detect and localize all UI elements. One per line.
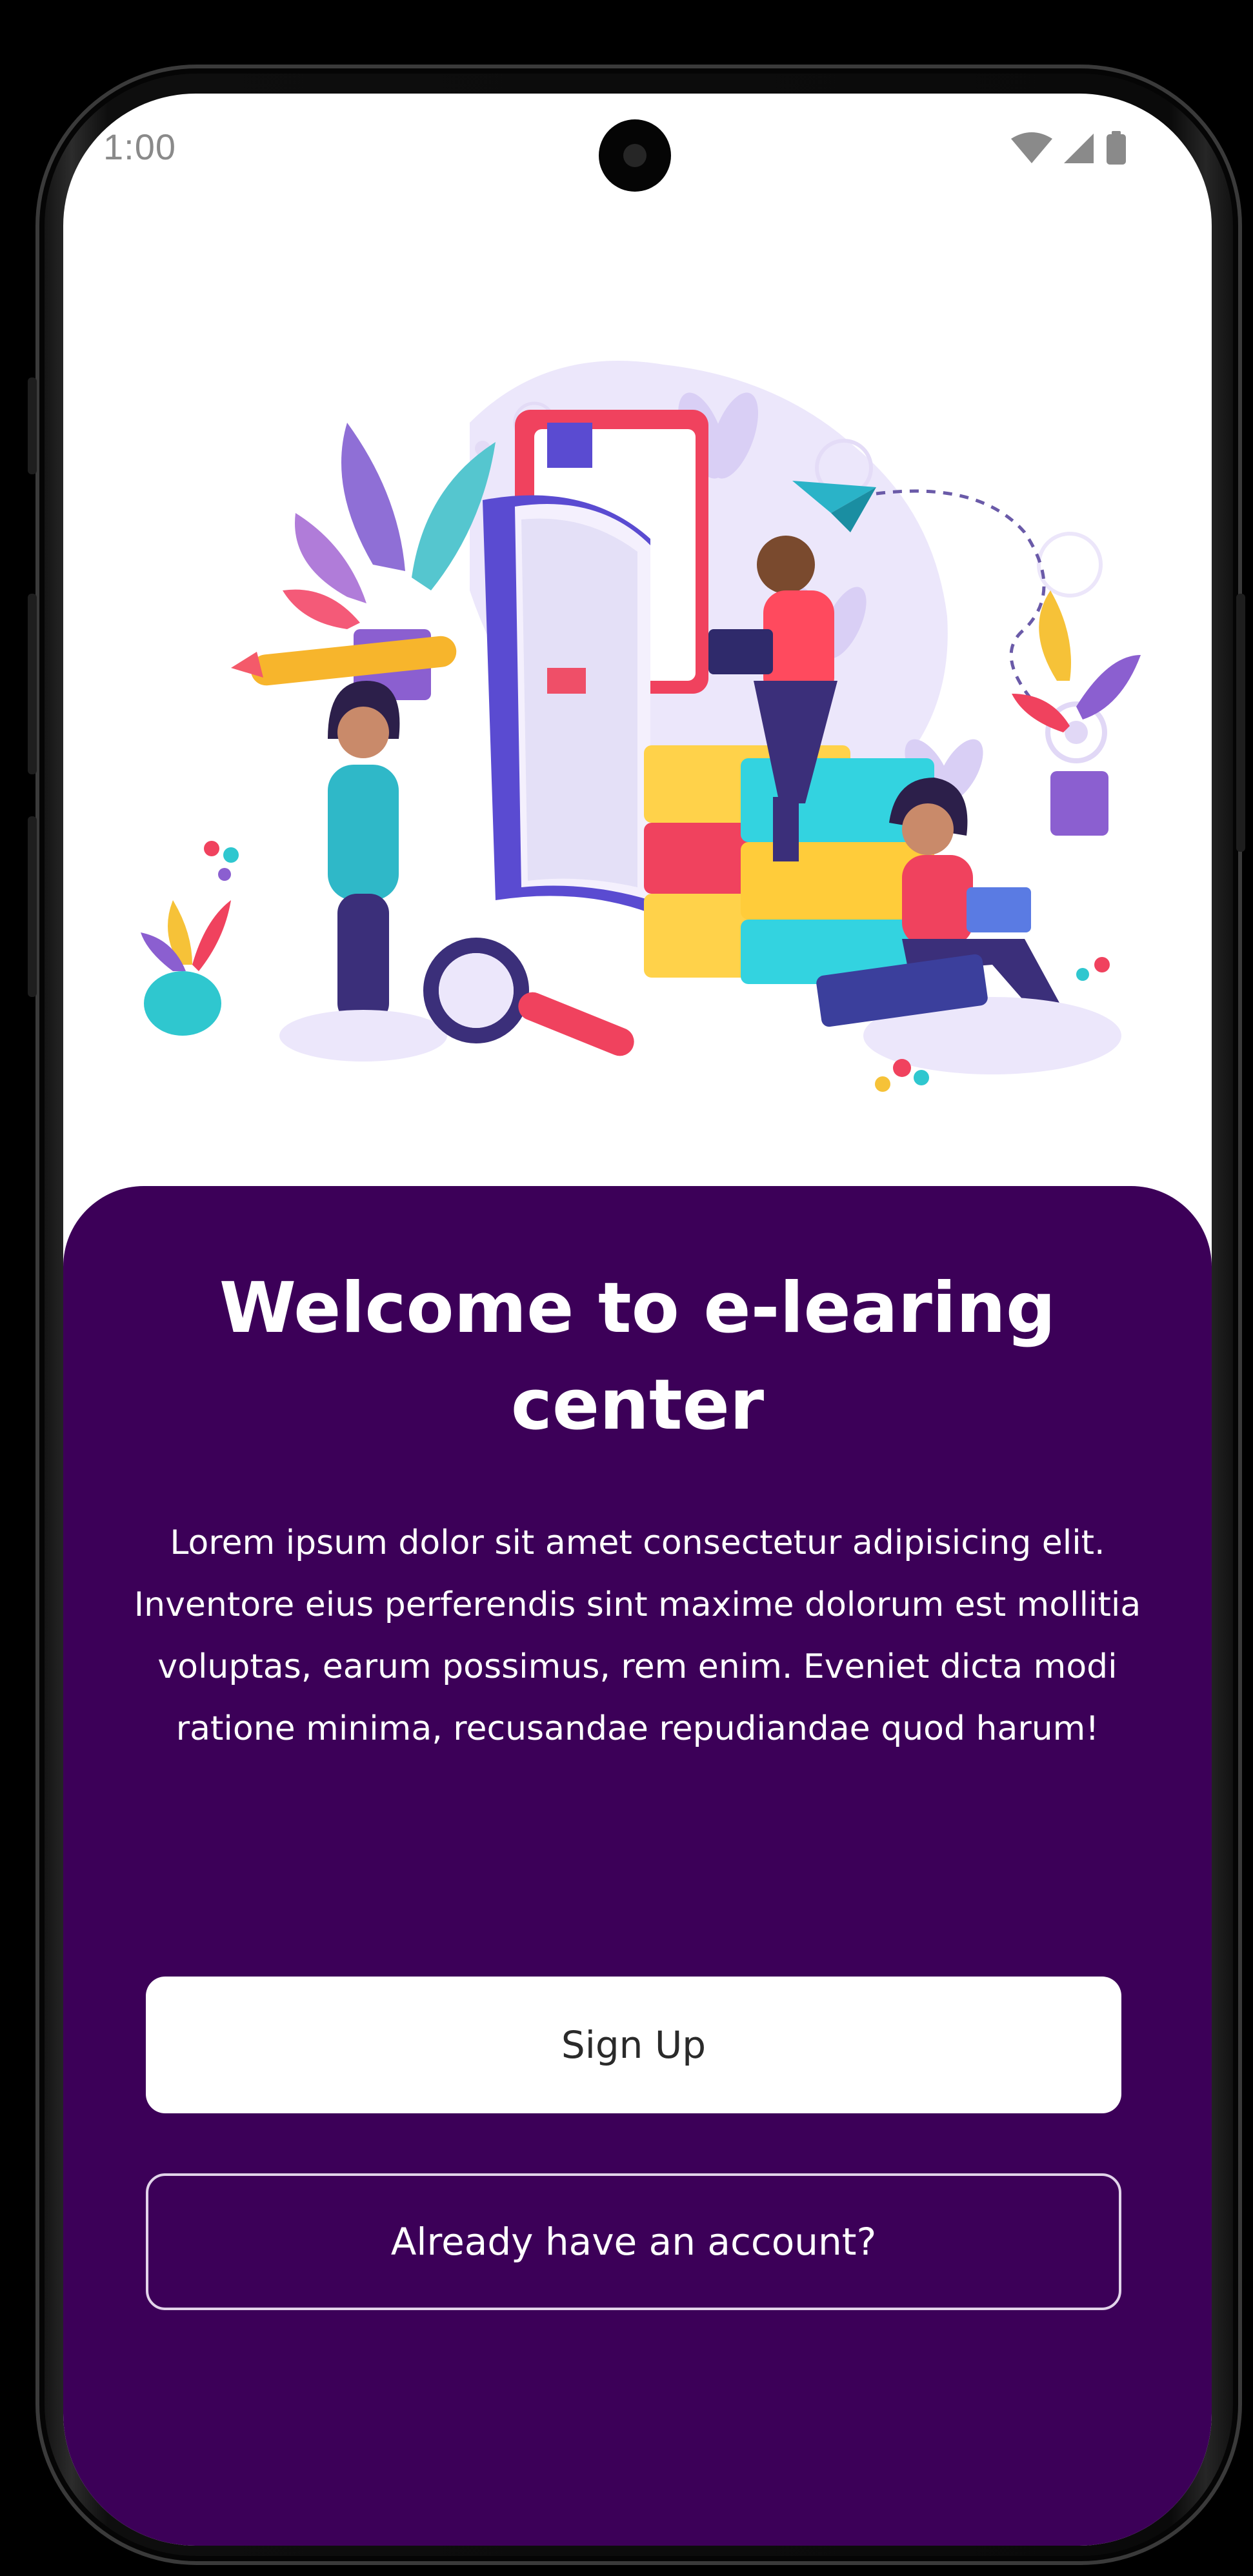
welcome-description: Lorem ipsum dolor sit amet consectetur a… [134,1524,1141,1748]
already-have-account-label: Already have an account? [390,2220,877,2264]
cellular-signal-icon [1064,134,1094,163]
status-time: 1:00 [103,126,176,167]
volume-up-button [28,594,37,774]
sign-up-label: Sign Up [561,2023,707,2067]
side-button [28,377,37,474]
sign-up-button[interactable]: Sign Up [146,1977,1121,2113]
already-have-account-button[interactable]: Already have an account? [146,2173,1121,2310]
welcome-panel: Welcome to e-learing center Lorem ipsum … [63,1186,1212,2546]
wifi-icon [1011,132,1052,163]
welcome-title: Welcome to e-learing center [219,1268,1056,1445]
volume-down-button [28,816,37,997]
phone-screen: 1:00 Welcome to e-learing center Lorem i… [63,94,1212,2546]
status-icons [1011,131,1126,165]
front-camera [599,119,671,192]
power-button [1236,594,1245,852]
e-learning-illustration [141,361,1141,1092]
battery-icon [1107,131,1126,165]
